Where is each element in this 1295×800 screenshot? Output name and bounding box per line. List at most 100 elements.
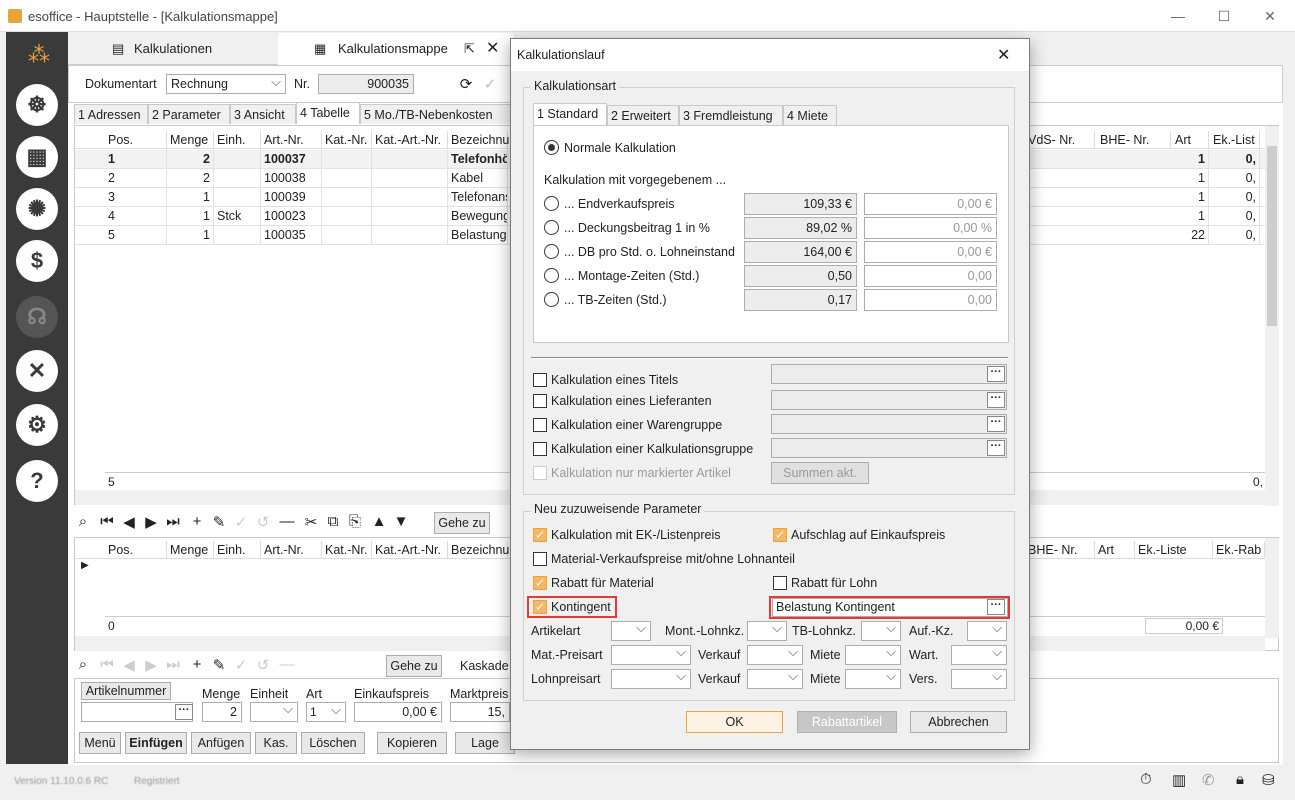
col-eklist[interactable]: Ek.-List: [1210, 131, 1260, 149]
artikelart-select[interactable]: [611, 620, 651, 641]
delete-icon[interactable]: —: [278, 656, 296, 673]
tab-kalkulationen[interactable]: ▤ Kalkulationen: [104, 33, 274, 65]
chk-rabatt-lohn[interactable]: [773, 576, 787, 590]
alarm-light-icon[interactable]: ✺: [16, 188, 58, 230]
col-katnr[interactable]: Kat.-Nr.: [322, 541, 372, 559]
col-ekrab[interactable]: Ek.-Rab: [1213, 541, 1265, 559]
chk-lieferant[interactable]: [533, 394, 547, 408]
kas-button[interactable]: Kas.: [255, 732, 297, 754]
lohnpreisart-select[interactable]: [611, 668, 691, 689]
tb-lohnkz-select[interactable]: [861, 620, 901, 641]
paste-icon[interactable]: ⎘: [346, 513, 364, 530]
next-icon[interactable]: ▶: [142, 656, 160, 674]
search-icon[interactable]: ⌕: [74, 513, 92, 530]
vertical-scrollbar[interactable]: [1265, 538, 1279, 638]
option-target-input[interactable]: 0,00 %: [864, 217, 997, 239]
last-icon[interactable]: ⏭: [164, 656, 182, 673]
undo-icon[interactable]: ↺: [254, 513, 272, 531]
tab-kalkulationsmappe[interactable]: ▦ Kalkulationsmappe ⇱ ✕: [278, 33, 513, 65]
calculator-icon[interactable]: ▦: [16, 136, 58, 178]
close-window-icon[interactable]: ✕: [1260, 6, 1280, 26]
col-menge[interactable]: Menge: [167, 131, 214, 149]
maximize-icon[interactable]: ☐: [1214, 6, 1234, 26]
tab-miete[interactable]: 4 Miete: [783, 105, 837, 125]
col-pos[interactable]: Pos.: [105, 131, 167, 149]
art-select[interactable]: 1: [306, 701, 346, 722]
menge-input[interactable]: 2: [202, 702, 242, 722]
vers-select[interactable]: [951, 668, 1007, 689]
confirm-icon[interactable]: ✓: [232, 513, 250, 531]
ek-input[interactable]: 0,00 €: [354, 702, 442, 722]
add-icon[interactable]: +: [188, 656, 206, 673]
gears-icon[interactable]: ⚙: [16, 404, 58, 446]
chk-warengruppe[interactable]: [533, 418, 547, 432]
menu-button[interactable]: Menü: [79, 732, 121, 754]
money-icon[interactable]: $: [16, 240, 58, 282]
refresh-icon[interactable]: ⟳: [457, 75, 475, 93]
close-tab-icon[interactable]: ✕: [486, 33, 499, 65]
col-katartnr[interactable]: Kat.-Art.-Nr.: [372, 541, 448, 559]
building-icon[interactable]: ▥: [1172, 771, 1186, 789]
auf-kz-select[interactable]: [967, 620, 1007, 641]
kontingent-field[interactable]: Belastung Kontingent: [772, 598, 1008, 617]
col-einh[interactable]: Einh.: [214, 541, 261, 559]
copy-icon[interactable]: ⧉: [324, 513, 342, 530]
col-einh[interactable]: Einh.: [214, 131, 261, 149]
col-bezeichnung[interactable]: Bezeichnu: [448, 541, 509, 559]
browse-icon[interactable]: ···: [987, 392, 1005, 408]
goto-button[interactable]: Gehe zu: [434, 512, 490, 534]
popout-icon[interactable]: ⇱: [464, 33, 475, 65]
col-katartnr[interactable]: Kat.-Art.-Nr.: [372, 131, 448, 149]
lieferant-field[interactable]: [771, 390, 1007, 410]
warengruppe-field[interactable]: [771, 414, 1007, 434]
chk-aufschlag[interactable]: ✓: [773, 528, 787, 542]
doc-type-select[interactable]: Rechnung: [166, 73, 286, 94]
mat-miete-select[interactable]: [845, 644, 901, 665]
browse-icon[interactable]: ···: [987, 416, 1005, 432]
col-bhe[interactable]: BHE- Nr.: [1097, 131, 1171, 149]
chk-kalkulationsgruppe[interactable]: [533, 442, 547, 456]
artikelnummer-button[interactable]: Artikelnummer: [81, 682, 171, 700]
kopieren-button[interactable]: Kopieren: [377, 732, 447, 754]
chk-ek-listenpreis[interactable]: ✓: [533, 528, 547, 542]
col-bhe[interactable]: BHE- Nr.: [1025, 541, 1095, 559]
einfuegen-button[interactable]: Einfügen: [125, 732, 187, 754]
tab-erweitert[interactable]: 2 Erweitert: [607, 105, 679, 125]
option-target-input[interactable]: 0,00 €: [864, 193, 997, 215]
option-target-input[interactable]: 0,00: [864, 265, 997, 287]
edit-icon[interactable]: ✎: [210, 513, 228, 531]
lohn-miete-select[interactable]: [845, 668, 901, 689]
next-icon[interactable]: ▶: [142, 513, 160, 531]
stopwatch-icon[interactable]: ⏱: [1140, 771, 1152, 788]
summen-button[interactable]: Summen akt.: [771, 462, 869, 484]
minimize-icon[interactable]: —: [1168, 6, 1188, 26]
anfuegen-button[interactable]: Anfügen: [191, 732, 251, 754]
ok-button[interactable]: OK: [686, 711, 783, 733]
tab-tabelle[interactable]: 4 Tabelle: [296, 102, 360, 124]
col-pos[interactable]: Pos.: [105, 541, 167, 559]
col-vds[interactable]: VdS- Nr.: [1025, 131, 1095, 149]
col-bezeichnung[interactable]: Bezeichnu: [448, 131, 509, 149]
prev-icon[interactable]: ◀: [120, 513, 138, 531]
browse-icon[interactable]: ···: [987, 440, 1005, 456]
radio-montage-zeiten[interactable]: [544, 268, 559, 283]
undo-icon[interactable]: ↺: [254, 656, 272, 674]
headset-icon[interactable]: ☊: [16, 296, 58, 338]
mat-preisart-select[interactable]: [611, 644, 691, 665]
tab-standard[interactable]: 1 Standard: [533, 103, 607, 125]
col-art[interactable]: Art: [1172, 131, 1209, 149]
titel-field[interactable]: [771, 364, 1007, 384]
radio-db-pro-std[interactable]: [544, 244, 559, 259]
browse-icon[interactable]: ···: [987, 366, 1005, 382]
delete-icon[interactable]: —: [278, 513, 296, 530]
phone-icon[interactable]: ✆: [1202, 771, 1215, 789]
nr-field[interactable]: 900035: [318, 74, 414, 94]
cut-icon[interactable]: ✂: [302, 513, 320, 531]
down-icon[interactable]: ▼: [392, 513, 410, 530]
col-menge[interactable]: Menge: [167, 541, 214, 559]
help-icon[interactable]: ?: [16, 460, 58, 502]
chk-rabatt-material[interactable]: ✓: [533, 576, 547, 590]
option-target-input[interactable]: 0,00 €: [864, 241, 997, 263]
radio-normale[interactable]: [544, 140, 559, 155]
tab-adressen[interactable]: 1 Adressen: [74, 104, 148, 124]
